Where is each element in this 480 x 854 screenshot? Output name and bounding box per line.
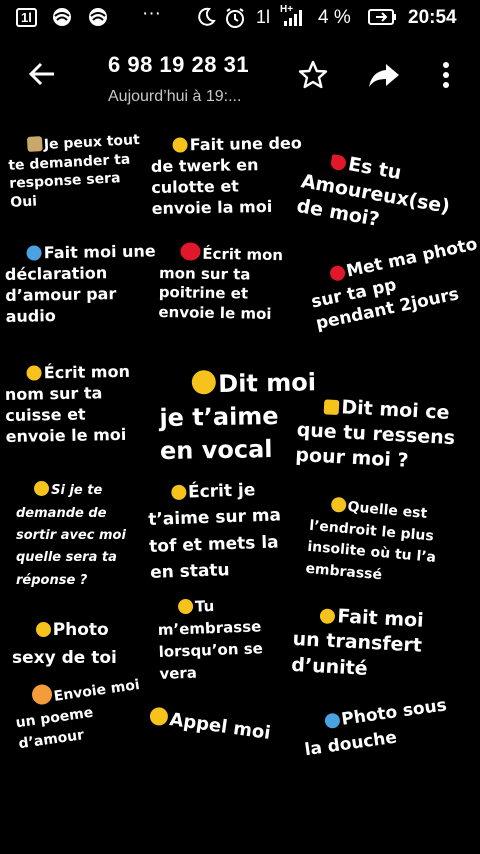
clock: 20:54: [408, 7, 457, 28]
share-icon[interactable]: [368, 62, 400, 88]
app-bar: 6 98 19 28 31 Aujourd’hui à 19:...: [0, 36, 480, 110]
battery-icon: [368, 7, 398, 33]
sunglasses-emoji-icon: [170, 484, 187, 500]
message-text: Es tu Amoureux(se) de moi?: [294, 153, 452, 232]
message-text: Appel moi: [168, 708, 272, 744]
back-arrow-icon[interactable]: [26, 58, 58, 90]
sim-indicator: 1l: [16, 8, 37, 27]
heart-exclamation-icon: [330, 154, 348, 172]
message-text: Met ma photo sur ta pp pendant 2jours: [309, 234, 480, 335]
message-item: Photo sous la douche: [296, 668, 455, 789]
lock-icon: [26, 136, 43, 153]
more-vert-icon[interactable]: [438, 60, 454, 90]
notification-icon: [50, 7, 74, 33]
shared-image[interactable]: Je peux tout te demander ta response ser…: [0, 110, 480, 854]
message-text: Photo sous la douche: [303, 694, 448, 761]
speaking-head-icon: [26, 245, 42, 261]
message-text: Écrit mon nom sur ta cuisse et envoie le…: [4, 361, 131, 447]
money-mouth-emoji-icon: [320, 607, 336, 624]
message-text: Tu m’embrasse lorsqu’on se vera: [157, 596, 264, 683]
signal-icon: [282, 7, 306, 33]
message-text: Si je te demande de sortir avec moi quel…: [16, 483, 126, 588]
message-item: Je peux tout te demander ta response ser…: [6, 113, 144, 231]
heart-icon: [180, 242, 201, 261]
star-icon[interactable]: [298, 60, 328, 90]
message-text: Écrit je t’aime sur ma tof et mets la en…: [147, 479, 282, 583]
message-text: Quelle est l’endroit le plus insolite où…: [304, 498, 437, 584]
page-title: 6 98 19 28 31: [108, 52, 250, 77]
thinking-emoji-icon: [34, 481, 50, 497]
star-struck-emoji-icon: [148, 705, 170, 727]
water-drops-icon: [323, 711, 341, 729]
more-notifications-icon: ···: [142, 3, 161, 24]
page-subtitle: Aujourd’hui à 19:...: [108, 88, 242, 105]
message-text: Dit moi ce que tu ressens pour moi ?: [294, 396, 456, 473]
message-item: Fait moi une déclaration d’amour par aud…: [4, 219, 157, 348]
smirk-emoji-icon: [26, 365, 42, 381]
lollipop-icon: [30, 683, 53, 706]
hugging-emoji-icon: [177, 598, 194, 615]
confused-emoji-icon: [330, 496, 347, 513]
victory-hand-icon: [324, 399, 340, 416]
message-item: Écrit mon nom sur ta cuisse et envoie le…: [4, 340, 132, 469]
message-text: Fait moi un transfert d’unité: [290, 604, 425, 680]
heart-eyes-emoji-icon: [172, 137, 188, 153]
notification-icon-2: [86, 7, 110, 33]
status-bar: 1l ··· 1l H+ 4 % 20:54: [0, 0, 480, 36]
kissing-emoji-icon: [35, 622, 51, 638]
winking-tongue-emoji-icon: [192, 370, 217, 395]
alarm-icon: [224, 7, 246, 35]
moon-icon: [196, 7, 216, 33]
sim2-indicator: 1l: [256, 7, 271, 27]
message-item: Écrit mon mon sur ta poitrine et envoie …: [158, 222, 284, 345]
kiss-lips-icon: [328, 264, 347, 283]
battery-percent: 4 %: [318, 7, 351, 28]
message-text: Écrit mon mon sur ta poitrine et envoie …: [158, 244, 284, 324]
